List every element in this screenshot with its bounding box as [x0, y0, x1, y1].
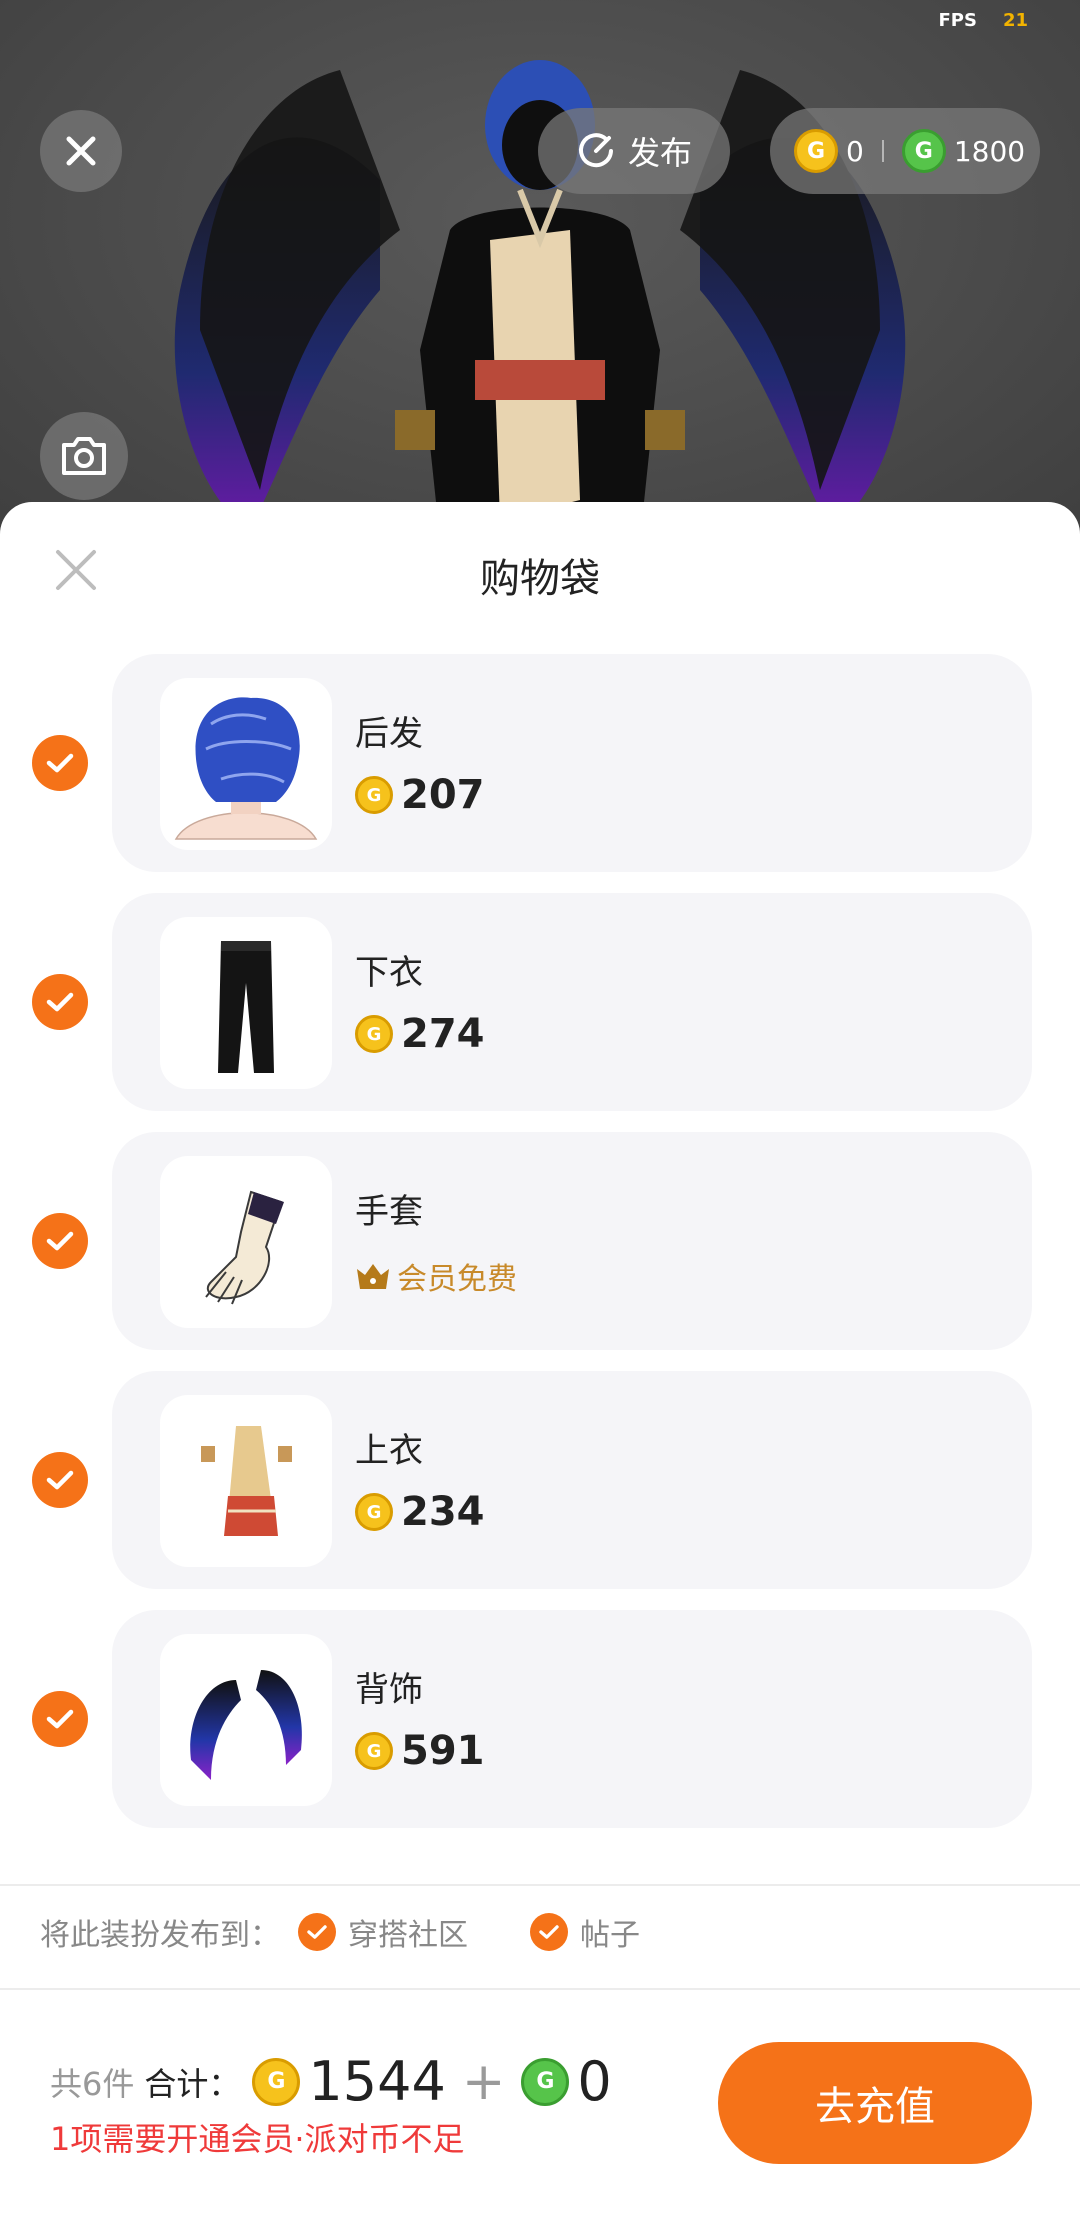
currency-balance[interactable]: G 0 G 1800 [770, 108, 1040, 194]
publish-button[interactable]: 发布 [538, 108, 730, 194]
publish-label: 发布 [627, 134, 692, 172]
plus-sign: + [461, 2051, 506, 2112]
top-icon [201, 1426, 292, 1536]
wings-icon [190, 1670, 302, 1780]
shopping-bag-sheet: 购物袋 后发 G 207 下衣 G 274 手套 会员免费 上衣 G 234 背… [0, 502, 1080, 2220]
avatar-figure [174, 60, 906, 540]
item-name: 下衣 [355, 953, 423, 993]
item-checkbox[interactable] [32, 974, 88, 1030]
publish-option-label: 帖子 [580, 1918, 640, 1953]
cart-item-gloves[interactable]: 手套 会员免费 [0, 1132, 1080, 1350]
crown-icon [357, 1264, 389, 1289]
sheet-title: 购物袋 [480, 556, 600, 602]
check-icon [46, 1709, 74, 1729]
publish-option-community[interactable]: 穿搭社区 [298, 1910, 468, 1954]
insufficient-warning: 1项需要开通会员·派对币不足 [50, 2120, 465, 2158]
item-checkbox[interactable] [32, 1213, 88, 1269]
item-count: 共6件 [50, 2064, 135, 2103]
check-icon [46, 1231, 74, 1251]
gold-total: 1544 [308, 2050, 446, 2113]
publish-option-label: 穿搭社区 [348, 1918, 468, 1953]
item-thumbnail [160, 1156, 332, 1328]
glove-icon [205, 1190, 284, 1305]
green-total: 0 [577, 2050, 612, 2113]
camera-icon [62, 437, 106, 475]
balance-divider [881, 140, 884, 162]
check-icon [46, 753, 74, 773]
cart-item-back-accessory[interactable]: 背饰 G 591 [0, 1610, 1080, 1828]
green-balance: 1800 [953, 134, 1026, 168]
item-thumbnail [160, 678, 332, 850]
item-price-value: 207 [401, 772, 485, 818]
green-coin-icon: G [521, 2057, 570, 2106]
item-card[interactable]: 下衣 G 274 [112, 893, 1032, 1111]
item-price: G 591 [355, 1728, 485, 1774]
check-icon [46, 992, 74, 1012]
item-card[interactable]: 手套 会员免费 [112, 1132, 1032, 1350]
item-card[interactable]: 背饰 G 591 [112, 1610, 1032, 1828]
item-price-value: 274 [401, 1011, 485, 1057]
pants-icon [218, 941, 274, 1073]
item-price-value: 591 [401, 1728, 485, 1774]
fps-label: FPS [938, 10, 977, 31]
sum-label: 合计： [144, 2064, 241, 2103]
cart-item-back-hair[interactable]: 后发 G 207 [0, 654, 1080, 872]
item-price: G 207 [355, 772, 485, 818]
camera-button[interactable] [40, 412, 128, 500]
avatar-preview-scene: FPS 21 发布 G 0 G 1800 [0, 0, 1080, 540]
green-coin-icon: G [901, 129, 946, 173]
item-name: 手套 [355, 1192, 423, 1232]
item-price: G 234 [355, 1489, 485, 1535]
gold-balance: 0 [846, 134, 864, 168]
publish-icon [579, 133, 613, 168]
item-card[interactable]: 后发 G 207 [112, 654, 1032, 872]
item-name: 上衣 [355, 1431, 423, 1471]
divider [0, 1884, 1080, 1886]
item-checkbox[interactable] [32, 735, 88, 791]
fps-value: 21 [1002, 10, 1028, 31]
vip-free-label: 会员免费 [397, 1262, 517, 1297]
check-icon [530, 1913, 568, 1951]
total-summary: 共6件 合计： G 1544 + G 0 [50, 2050, 612, 2113]
gold-coin-icon: G [252, 2057, 301, 2106]
divider [0, 1988, 1080, 1990]
gold-coin-icon: G [355, 1493, 393, 1531]
hair-icon [174, 697, 318, 840]
cart-item-bottoms[interactable]: 下衣 G 274 [0, 893, 1080, 1111]
item-price-value: 234 [401, 1489, 485, 1535]
item-price: G 274 [355, 1011, 485, 1057]
item-thumbnail [160, 1395, 332, 1567]
gold-coin-icon: G [355, 776, 393, 814]
item-name: 后发 [355, 714, 423, 754]
item-name: 背饰 [355, 1670, 423, 1710]
item-thumbnail [160, 1634, 332, 1806]
item-card[interactable]: 上衣 G 234 [112, 1371, 1032, 1589]
publish-to-label: 将此装扮发布到： [40, 1918, 280, 1953]
check-icon [298, 1913, 336, 1951]
publish-option-post[interactable]: 帖子 [530, 1910, 640, 1954]
close-preview-button[interactable] [40, 110, 122, 192]
gold-coin-icon: G [355, 1732, 393, 1770]
item-checkbox[interactable] [32, 1452, 88, 1508]
item-thumbnail [160, 917, 332, 1089]
publish-to-row: 将此装扮发布到： 穿搭社区 帖子 [40, 1910, 640, 1954]
recharge-button[interactable]: 去充值 [718, 2042, 1032, 2164]
fps-counter: FPS 21 [938, 10, 1028, 31]
vip-free-badge: 会员免费 [355, 1254, 517, 1298]
cart-item-top[interactable]: 上衣 G 234 [0, 1371, 1080, 1589]
gold-coin-icon: G [794, 129, 838, 173]
item-checkbox[interactable] [32, 1691, 88, 1747]
close-icon [66, 136, 96, 166]
gold-coin-icon: G [355, 1015, 393, 1053]
check-icon [46, 1470, 74, 1490]
